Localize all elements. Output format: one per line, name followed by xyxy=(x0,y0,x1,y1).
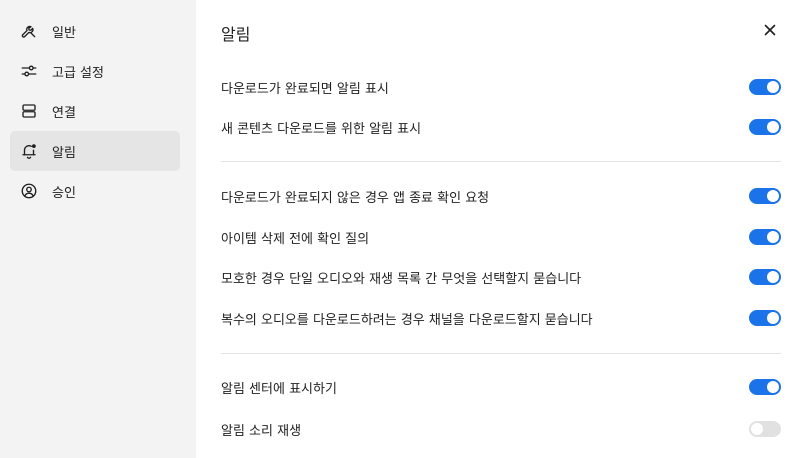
setting-label: 모호한 경우 단일 오디오와 재생 목록 간 무엇을 선택할지 묻습니다 xyxy=(221,271,582,287)
setting-label: 다운로드가 완료되지 않은 경우 앱 종료 확인 요청 xyxy=(221,190,490,206)
bell-icon xyxy=(18,140,40,162)
sidebar-item-connection[interactable]: 연결 xyxy=(10,91,180,131)
close-button[interactable] xyxy=(762,22,778,38)
server-icon xyxy=(18,100,40,122)
toggle-switch[interactable] xyxy=(749,229,781,245)
wrench-icon xyxy=(18,20,40,42)
setting-row-channel-download: 복수의 오디오를 다운로드하려는 경우 채널을 다운로드할지 묻습니다 xyxy=(221,306,781,330)
section-divider xyxy=(221,161,781,162)
toggle-knob xyxy=(767,271,779,283)
sidebar-item-label: 승인 xyxy=(52,185,76,201)
toggle-switch[interactable] xyxy=(749,269,781,285)
toggle-switch[interactable] xyxy=(749,310,781,326)
setting-row-download-complete: 다운로드가 완료되면 알림 표시 xyxy=(221,75,781,99)
setting-row-new-content: 새 콘텐츠 다운로드를 위한 알림 표시 xyxy=(221,115,781,139)
setting-label: 알림 소리 재생 xyxy=(221,423,302,439)
toggle-knob xyxy=(767,121,779,133)
toggle-switch[interactable] xyxy=(749,119,781,135)
sidebar-item-label: 알림 xyxy=(52,145,76,161)
sidebar-item-advanced[interactable]: 고급 설정 xyxy=(10,51,180,91)
sidebar: 일반 고급 설정 연결 알림 승인 xyxy=(0,0,196,458)
setting-row-delete-confirm: 아이템 삭제 전에 확인 질의 xyxy=(221,225,781,249)
sidebar-item-label: 연결 xyxy=(52,105,76,121)
toggle-knob xyxy=(767,381,779,393)
close-icon xyxy=(764,24,776,36)
toggle-switch[interactable] xyxy=(749,421,781,437)
sidebar-item-general[interactable]: 일반 xyxy=(10,11,180,51)
toggle-knob xyxy=(767,312,779,324)
toggle-switch[interactable] xyxy=(749,188,781,204)
setting-label: 알림 센터에 표시하기 xyxy=(221,381,337,397)
sidebar-item-label: 일반 xyxy=(52,25,76,41)
user-circle-icon xyxy=(18,180,40,202)
section-divider xyxy=(221,353,781,354)
toggle-knob xyxy=(767,231,779,243)
sliders-icon xyxy=(18,60,40,82)
setting-row-ambiguous-choice: 모호한 경우 단일 오디오와 재생 목록 간 무엇을 선택할지 묻습니다 xyxy=(221,265,781,289)
toggle-knob xyxy=(767,81,779,93)
toggle-switch[interactable] xyxy=(749,379,781,395)
setting-label: 복수의 오디오를 다운로드하려는 경우 채널을 다운로드할지 묻습니다 xyxy=(221,312,593,328)
toggle-knob xyxy=(767,190,779,202)
setting-row-notification-center: 알림 센터에 표시하기 xyxy=(221,375,781,399)
setting-row-notification-sound: 알림 소리 재생 xyxy=(221,417,781,441)
page-title: 알림 xyxy=(221,25,251,44)
setting-label: 아이템 삭제 전에 확인 질의 xyxy=(221,231,370,247)
sidebar-item-label: 고급 설정 xyxy=(52,65,104,81)
toggle-knob xyxy=(751,423,763,435)
sidebar-item-authorization[interactable]: 승인 xyxy=(10,171,180,211)
setting-label: 다운로드가 완료되면 알림 표시 xyxy=(221,81,389,97)
settings-panel: 알림 다운로드가 완료되면 알림 표시 새 콘텐츠 다운로드를 위한 알림 표시… xyxy=(196,0,800,458)
sidebar-item-notifications[interactable]: 알림 xyxy=(10,131,180,171)
setting-row-quit-confirm: 다운로드가 완료되지 않은 경우 앱 종료 확인 요청 xyxy=(221,184,781,208)
setting-label: 새 콘텐츠 다운로드를 위한 알림 표시 xyxy=(221,121,422,137)
toggle-switch[interactable] xyxy=(749,79,781,95)
